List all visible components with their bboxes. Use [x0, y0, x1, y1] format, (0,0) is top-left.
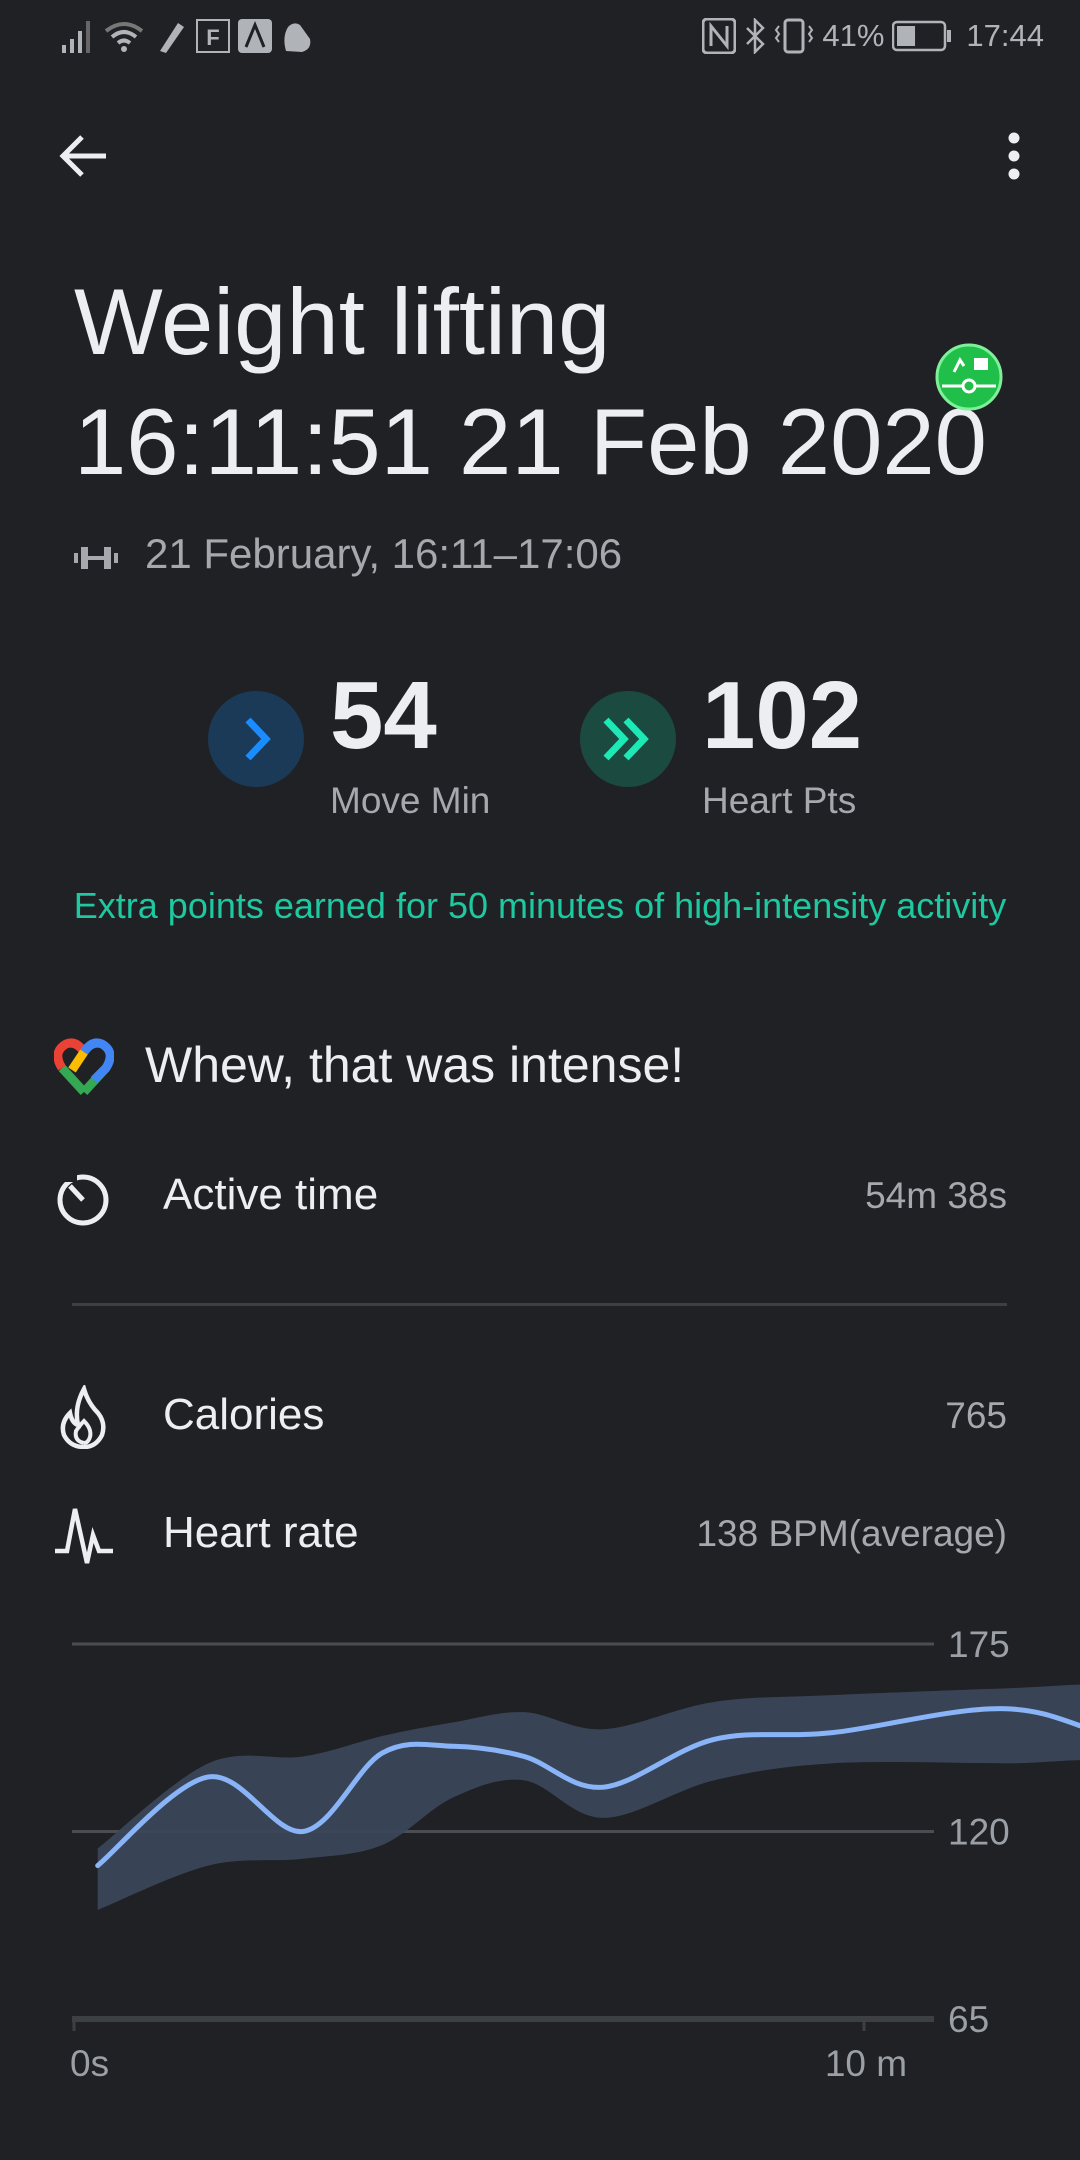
f-app-icon: F	[196, 19, 230, 53]
y-tick-label: 65	[948, 1999, 989, 2040]
move-min-label: Move Min	[330, 780, 491, 821]
signal-icon	[62, 21, 90, 53]
arrow-left-icon[interactable]	[58, 132, 110, 180]
activity-start: 16:11:51 21 Feb 2020	[74, 389, 987, 494]
heart-pts-stat	[580, 691, 676, 787]
heart-rate-chart: 175120650s10 m20 m30 m40 m50 m	[70, 1624, 1080, 2084]
extra-points-note: Extra points earned for 50 minutes of hi…	[73, 885, 1007, 926]
metric-label-heart-rate: Heart rate	[163, 1508, 359, 1557]
message-text: Whew, that was intense!	[145, 1037, 685, 1093]
heart-rate-icon	[55, 1508, 113, 1564]
x-tick-label: 0s	[70, 2043, 109, 2084]
sync-app-badge-icon[interactable]	[934, 342, 1004, 412]
move-min-stat	[208, 691, 304, 787]
more-vert-icon[interactable]	[1000, 130, 1028, 182]
metric-value-active-time: 54m 38s	[865, 1175, 1007, 1216]
y-tick-label: 175	[948, 1624, 1010, 1665]
nfc-icon	[702, 18, 737, 54]
bluetooth-icon	[746, 18, 766, 54]
activity-title: Weight lifting 16:11:51 21 Feb 2020	[74, 262, 987, 502]
chevron-right-icon	[245, 717, 271, 761]
metric-value-heart-rate: 138 BPM(average)	[696, 1513, 1007, 1554]
hand-icon	[284, 23, 311, 52]
timer-icon	[57, 1170, 109, 1226]
battery-percent: 41%	[822, 18, 885, 53]
y-tick-label: 120	[948, 1812, 1010, 1853]
heart-pts-label: Heart Pts	[702, 780, 857, 821]
svg-text:F: F	[206, 25, 219, 50]
activity-name: Weight lifting	[74, 269, 611, 374]
move-min-value: 54	[330, 662, 437, 769]
status-bar-right: 41% 17:44	[702, 14, 1044, 58]
x-tick-label: 10 m	[825, 2043, 907, 2084]
status-bar-left: F	[60, 14, 314, 58]
dumbbell-icon	[74, 547, 118, 569]
fit-band-icon	[160, 23, 184, 53]
move-min-badge	[208, 691, 304, 787]
flame-icon	[60, 1385, 106, 1449]
battery-icon	[892, 20, 952, 52]
metric-label-calories: Calories	[163, 1390, 325, 1439]
vibrate-icon	[775, 18, 814, 54]
heart-rate-range-band	[97, 1684, 1080, 1910]
heart-pts-value: 102	[702, 662, 863, 769]
google-fit-heart-icon	[54, 1038, 114, 1096]
metric-label-active-time: Active time	[163, 1170, 379, 1219]
metric-value-calories: 765	[945, 1395, 1007, 1436]
a-app-icon	[238, 19, 272, 53]
heart-pts-badge	[580, 691, 676, 787]
activity-subtitle: 21 February, 16:11–17:06	[145, 530, 623, 577]
divider	[72, 1303, 1007, 1306]
wifi-icon	[104, 22, 144, 52]
clock: 17:44	[966, 18, 1044, 53]
double-chevron-right-icon	[603, 717, 649, 761]
